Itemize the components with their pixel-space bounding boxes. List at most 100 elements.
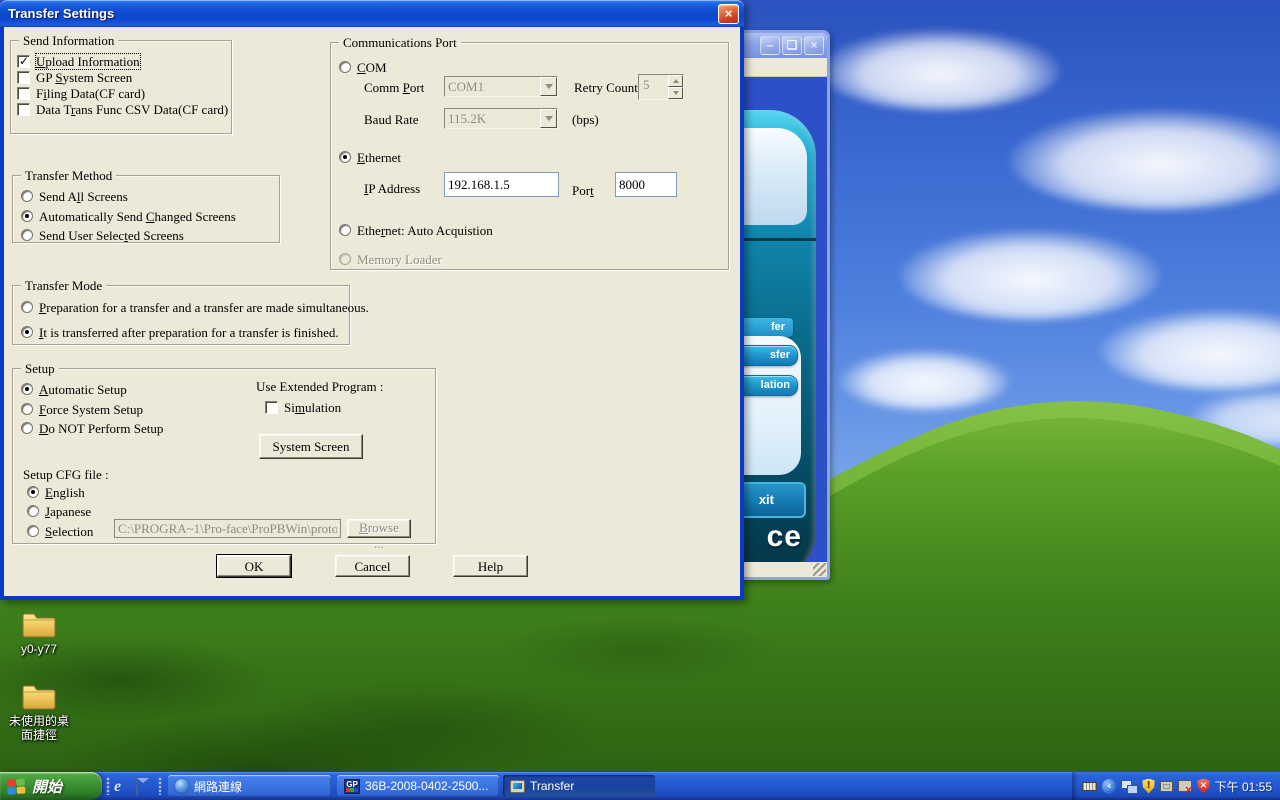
gp-app-icon: GP xyxy=(344,779,360,794)
close-icon: × xyxy=(725,6,733,21)
radio-button[interactable] xyxy=(21,383,33,395)
security-alert-shield-icon[interactable]: × xyxy=(1197,779,1209,794)
folder-icon xyxy=(20,680,58,712)
radio-label: Automatically Send Changed Screens xyxy=(39,209,236,224)
display-settings-icon[interactable] xyxy=(1160,781,1173,792)
cancel-button[interactable]: Cancel xyxy=(335,555,410,577)
radio-button[interactable] xyxy=(21,422,33,434)
taskbar-task-transfer[interactable]: Transfer xyxy=(503,775,655,797)
spin-up-button xyxy=(668,75,683,87)
checkbox[interactable]: ✓ xyxy=(17,103,30,116)
maximize-button[interactable]: ❏ xyxy=(782,36,802,55)
radio-send-user-selected[interactable]: Send User Selected Screens xyxy=(21,227,184,243)
checkbox-label: Filing Data(CF card) xyxy=(36,86,145,101)
radio-button[interactable] xyxy=(21,326,33,338)
check-icon: ✓ xyxy=(19,54,29,68)
radio-button[interactable] xyxy=(21,229,33,241)
radio-button[interactable] xyxy=(27,486,39,498)
network-status-icon[interactable] xyxy=(1121,780,1137,793)
taskbar-task-network-connections[interactable]: 網路連線 xyxy=(168,775,331,797)
close-button[interactable]: × xyxy=(718,4,739,24)
group-legend: Send Information xyxy=(19,33,118,48)
radio-label: Memory Loader xyxy=(357,252,442,267)
checkbox-label: Simulation xyxy=(284,400,341,415)
network-disconnected-icon[interactable] xyxy=(1178,780,1192,792)
checkbox[interactable]: ✓ xyxy=(265,401,278,414)
chevron-left-icon: ‹ xyxy=(1107,779,1112,792)
radio-preparation-simultaneous[interactable]: Preparation for a transfer and a transfe… xyxy=(21,299,369,315)
setup-cfg-file-label: Setup CFG file : xyxy=(23,467,109,482)
resize-grip[interactable] xyxy=(813,563,826,576)
dropdown-button xyxy=(540,109,557,128)
transfer-settings-dialog: Transfer Settings × Send Information ✓ U… xyxy=(0,0,744,600)
radio-label: English xyxy=(45,485,85,500)
checkbox-simulation[interactable]: ✓ Simulation xyxy=(265,399,341,415)
radio-auto-send-changed[interactable]: Automatically Send Changed Screens xyxy=(21,208,236,224)
radio-automatic-setup[interactable]: Automatic Setup xyxy=(21,381,127,397)
checkbox-gp-system-screen[interactable]: ✓ GP System Screen xyxy=(17,69,132,85)
ok-button[interactable]: OK xyxy=(217,555,291,577)
radio-button[interactable] xyxy=(339,61,351,73)
keyboard-icon[interactable] xyxy=(1082,782,1097,791)
radio-label: Send User Selected Screens xyxy=(39,228,184,243)
radio-button[interactable] xyxy=(27,505,39,517)
radio-label: Selection xyxy=(45,524,93,539)
close-button[interactable]: × xyxy=(804,36,824,55)
ip-address-input[interactable] xyxy=(444,172,559,197)
taskbar: 開始 e 網路連線 GP 36B-2008-0402-2500... Trans… xyxy=(0,772,1280,800)
group-legend: Setup xyxy=(21,361,59,376)
taskbar-separator[interactable] xyxy=(106,777,110,795)
ie-icon[interactable]: e xyxy=(114,778,130,794)
radio-button[interactable] xyxy=(339,224,351,236)
checkbox[interactable]: ✓ xyxy=(17,87,30,100)
help-button[interactable]: Help xyxy=(453,555,528,577)
port-input[interactable] xyxy=(615,172,677,197)
checkbox-data-trans-csv[interactable]: ✓ Data Trans Func CSV Data(CF card) xyxy=(17,101,228,117)
radio-button[interactable] xyxy=(27,525,39,537)
taskbar-separator[interactable] xyxy=(158,777,162,795)
radio-label: COM xyxy=(357,60,387,75)
radio-force-system-setup[interactable]: Force System Setup xyxy=(21,401,143,417)
radio-transfer-after-preparation[interactable]: It is transferred after preparation for … xyxy=(21,324,339,340)
spin-down-button xyxy=(668,87,683,99)
dialog-titlebar[interactable]: Transfer Settings × xyxy=(0,0,744,27)
show-hidden-icons-button[interactable]: ‹ xyxy=(1102,779,1116,794)
radio-com[interactable]: COM xyxy=(339,59,387,75)
checkbox[interactable]: ✓ xyxy=(17,71,30,84)
radio-button[interactable] xyxy=(21,301,33,313)
chevron-down-icon xyxy=(673,91,679,95)
radio-send-all-screens[interactable]: Send All Screens xyxy=(21,188,128,204)
comm-port-combobox: COM1 xyxy=(444,76,558,97)
radio-do-not-perform-setup[interactable]: Do NOT Perform Setup xyxy=(21,420,163,436)
checkbox[interactable]: ✓ xyxy=(17,55,30,68)
port-label: Port xyxy=(572,183,594,198)
start-button[interactable]: 開始 xyxy=(0,772,102,800)
setup-group: Setup Automatic Setup Force System Setup… xyxy=(12,368,436,544)
radio-english[interactable]: English xyxy=(27,484,85,500)
checkbox-filing-data[interactable]: ✓ Filing Data(CF card) xyxy=(17,85,145,101)
system-screen-button[interactable]: System Screen xyxy=(259,434,363,459)
ip-address-label: IP Address xyxy=(364,181,420,196)
radio-button[interactable] xyxy=(339,151,351,163)
taskbar-clock[interactable]: 下午 01:55 xyxy=(1215,778,1272,795)
desktop: y0-y77 未使用的桌面捷徑 – ❏ × fer sfer lation xi… xyxy=(0,0,1280,800)
windows-update-shield-icon[interactable]: ! xyxy=(1142,779,1154,794)
taskbar-task-gp-project[interactable]: GP 36B-2008-0402-2500... xyxy=(337,775,499,797)
group-legend: Transfer Mode xyxy=(21,278,106,293)
radio-ethernet[interactable]: Ethernet xyxy=(339,149,401,165)
radio-button xyxy=(339,253,351,265)
desktop-icon-unused-shortcuts[interactable]: 未使用的桌面捷徑 xyxy=(4,680,74,742)
desktop-icon-y0-y77[interactable]: y0-y77 xyxy=(4,608,74,656)
radio-label: Ethernet xyxy=(357,150,401,165)
radio-button[interactable] xyxy=(21,210,33,222)
radio-ethernet-auto[interactable]: Ethernet: Auto Acquistion xyxy=(339,222,493,238)
radio-button[interactable] xyxy=(21,403,33,415)
outlook-express-icon[interactable] xyxy=(136,778,152,794)
checkbox-upload-information[interactable]: ✓ Upload Information xyxy=(17,53,140,69)
radio-button[interactable] xyxy=(21,190,33,202)
radio-label: Preparation for a transfer and a transfe… xyxy=(39,300,369,315)
radio-selection[interactable]: Selection xyxy=(27,523,93,539)
minimize-button[interactable]: – xyxy=(760,36,780,55)
dialog-title: Transfer Settings xyxy=(0,6,114,21)
radio-japanese[interactable]: Japanese xyxy=(27,503,91,519)
